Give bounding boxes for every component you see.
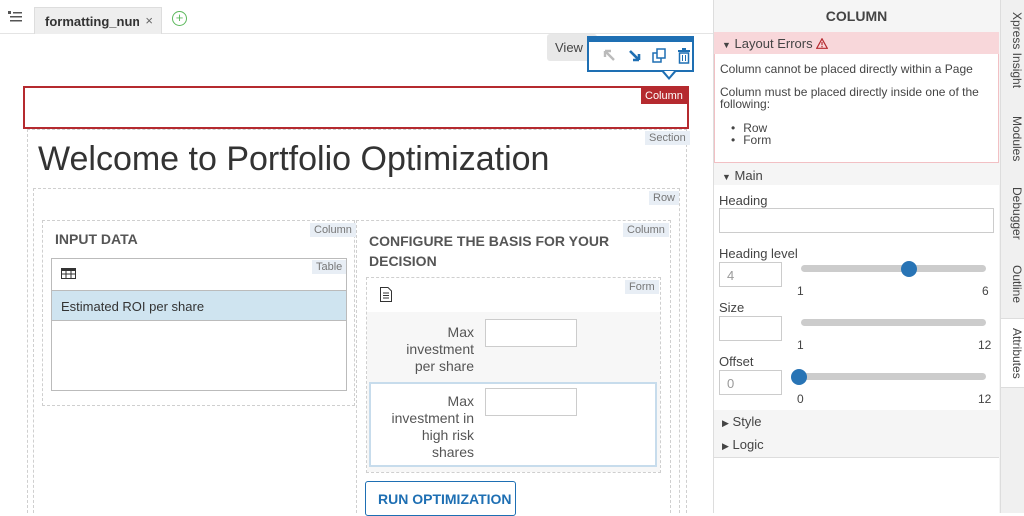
heading-level-label: Heading level [719,246,798,261]
expanded-triangle-icon: ▼ [722,172,731,182]
heading-level-input[interactable]: 4 [719,262,782,287]
allowed-parents-list: Row Form [743,122,771,146]
selected-column-tag: Column [641,88,688,104]
list-menu-icon[interactable] [8,11,22,23]
slider-track [801,319,986,326]
component-toolbar [587,36,694,72]
layout-errors-label: Layout Errors [734,36,813,51]
panel-title: COLUMN [825,8,888,24]
input-data-heading: INPUT DATA [55,231,138,247]
column-tag: Column [310,223,356,237]
collapsed-triangle-icon: ▶ [722,441,729,451]
slider-min: 0 [797,392,804,406]
error-message: Column cannot be placed directly within … [720,62,973,76]
slider-min: 1 [797,284,804,298]
slider-max: 12 [978,338,992,352]
logic-section-header[interactable]: ▶ Logic [714,435,999,455]
style-section-label: Style [732,414,762,429]
row-tag: Row [649,191,680,205]
delete-icon[interactable] [675,47,693,65]
heading-label: Heading [719,193,768,208]
close-tab-icon[interactable]: × [145,13,153,28]
page-title[interactable]: Welcome to Portfolio Optimization [38,140,549,179]
tab-bar: formatting_num × + [0,0,713,34]
logic-section-label: Logic [732,437,764,452]
slider-max: 6 [982,284,989,298]
slider-handle[interactable] [791,369,807,385]
size-label: Size [719,300,745,315]
configure-heading: CONFIGURE THE BASIS FOR YOUR DECISION [369,233,610,269]
slider-track [801,373,986,380]
expanded-triangle-icon: ▼ [722,40,731,50]
layout-errors-body: Column cannot be placed directly within … [714,54,999,163]
table-row[interactable]: Estimated ROI per share [52,290,346,321]
slider-min: 1 [797,338,804,352]
add-tab-icon[interactable]: + [172,11,187,26]
move-down-right-icon[interactable] [626,47,644,65]
list-item: Form [743,134,771,146]
collapsed-triangle-icon: ▶ [722,418,729,428]
main-section-header[interactable]: ▼ Main [714,165,999,185]
form-tag: Form [625,280,659,294]
toolbar-pointer-inner [664,71,674,77]
heading-input[interactable] [719,208,994,233]
tab-debugger[interactable]: Debugger [1000,180,1024,246]
table-tag: Table [312,260,347,274]
file-tab-label: formatting_num [45,14,139,29]
tab-attributes[interactable]: Attributes [1000,318,1024,388]
slider-track [801,265,986,272]
panel-empty-area [714,457,999,513]
style-section-header[interactable]: ▶ Style [714,412,999,432]
section-tag: Section [645,131,690,145]
offset-label: Offset [719,354,754,369]
slider-max: 12 [978,392,992,406]
layout-errors-header[interactable]: ▼ Layout Errors [714,32,999,54]
form-icon [380,287,392,302]
run-optimization-button[interactable]: RUN OPTIMIZATION [365,481,516,516]
tab-outline[interactable]: Outline [1000,258,1024,310]
table-icon [61,268,76,279]
move-up-left-icon[interactable] [601,47,619,65]
max-investment-high-risk-input[interactable] [485,388,577,416]
data-table[interactable] [51,258,347,391]
file-tab[interactable]: formatting_num × [34,7,162,34]
max-investment-per-share-input[interactable] [485,319,577,347]
heading-level-slider[interactable] [801,261,986,277]
tab-xpress-insight[interactable]: Xpress Insight [1000,4,1024,96]
table-row-text: Estimated ROI per share [61,299,205,314]
main-section-label: Main [734,168,763,183]
max-investment-per-share-label: Max investment per share [406,324,474,374]
max-investment-high-risk-label: Max investment in high risk shares [391,393,474,460]
slider-handle[interactable] [901,261,917,277]
selected-column[interactable] [23,86,689,129]
error-message: Column must be placed directly inside on… [720,85,979,111]
offset-slider[interactable] [791,369,986,385]
offset-input[interactable]: 0 [719,370,782,395]
duplicate-icon[interactable] [650,47,668,65]
size-slider[interactable] [801,319,986,326]
size-input[interactable] [719,316,782,341]
tab-modules[interactable]: Modules [1000,108,1024,170]
warning-icon [815,37,829,49]
